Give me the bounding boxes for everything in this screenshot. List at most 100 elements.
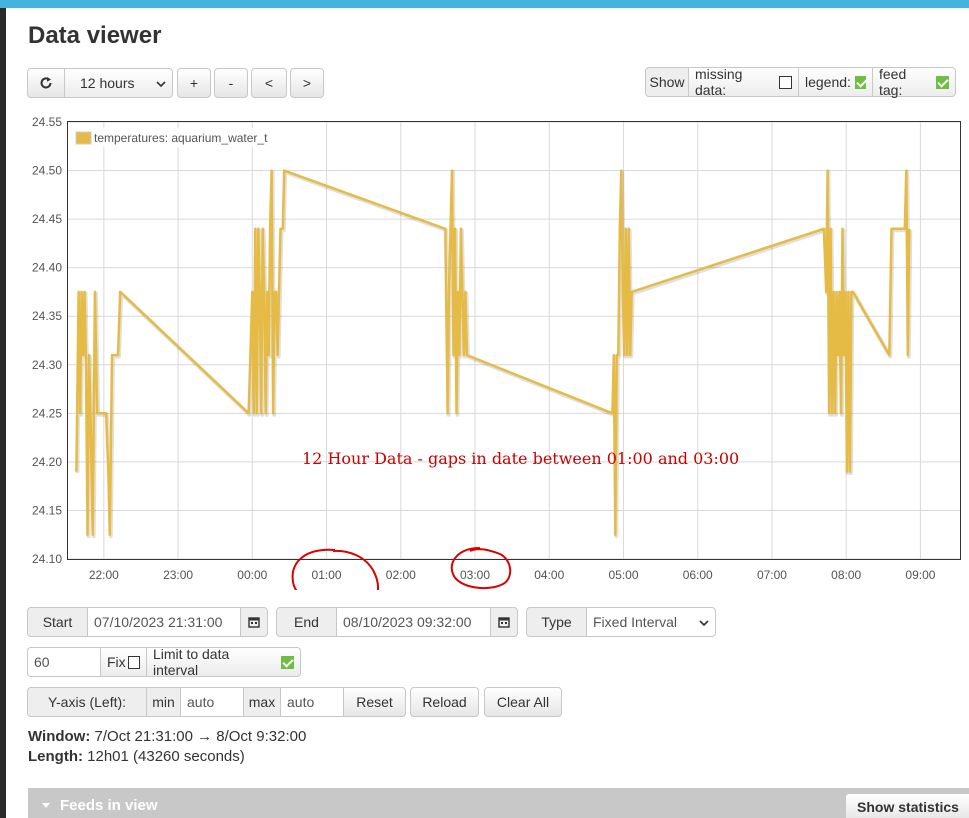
x-tick-label: 08:00 — [831, 568, 861, 582]
length-info: Length: 12h01 (43260 seconds) — [28, 748, 245, 765]
y-min-label-text: min — [152, 694, 175, 710]
x-tick-label: 05:00 — [608, 568, 638, 582]
y-tick-label: 24.55 — [32, 115, 62, 129]
start-input-value: 07/10/2023 21:31:00 — [94, 614, 223, 630]
y-tick-label: 24.20 — [32, 455, 62, 469]
end-label: End — [276, 607, 337, 637]
end-input-value: 08/10/2023 09:32:00 — [343, 614, 472, 630]
y-tick-label: 24.45 — [32, 212, 62, 226]
reload-button[interactable]: Reload — [410, 687, 479, 717]
y-min-label: min — [146, 687, 181, 717]
data-chart[interactable]: 24.55 24.50 24.45 24.40 24.35 24.30 24.25 24.20… — [0, 110, 969, 590]
series-line-aquarium-water-t — [75, 169, 911, 536]
type-label: Type — [526, 607, 587, 637]
y-max-label-text: max — [248, 694, 276, 710]
zoom-out-button[interactable]: - — [214, 68, 248, 98]
pan-right-button[interactable]: > — [290, 68, 324, 98]
x-tick-label: 09:00 — [905, 568, 935, 582]
x-tick-label: 00:00 — [237, 568, 267, 582]
x-tick-label: 06:00 — [683, 568, 713, 582]
page-title: Data viewer — [28, 22, 162, 49]
type-label-text: Type — [541, 614, 572, 630]
interval-select[interactable]: 12 hours — [64, 68, 173, 98]
refresh-icon — [40, 77, 52, 89]
fix-checkbox[interactable] — [127, 655, 140, 669]
y-max-input[interactable]: auto — [280, 687, 344, 717]
missing-data-toggle[interactable]: missing data: — [688, 66, 799, 98]
window-info-value: 7/Oct 21:31:00 → 8/Oct 9:32:00 — [94, 728, 307, 745]
y-tick-label: 24.35 — [32, 309, 62, 323]
interval-input[interactable]: 60 — [27, 647, 101, 677]
chevron-down-icon — [156, 81, 166, 88]
x-tick-label: 01:00 — [312, 568, 342, 582]
x-tick-label: 23:00 — [163, 568, 193, 582]
chart-annotation: 12 Hour Data - gaps in date between 01:0… — [302, 449, 739, 468]
end-input[interactable]: 08/10/2023 09:32:00 — [336, 607, 491, 637]
y-tick-label: 24.15 — [32, 503, 62, 517]
y-tick-label: 24.30 — [32, 358, 62, 372]
start-input[interactable]: 07/10/2023 21:31:00 — [87, 607, 241, 637]
y-axis-label-text: Y-axis (Left): — [47, 694, 127, 710]
start-label-text: Start — [42, 614, 73, 630]
x-axis-ticks: 22:00 23:00 00:00 01:00 02:00 03:00 04:00 05:00… — [89, 568, 936, 582]
missing-data-checkbox[interactable] — [779, 75, 792, 89]
legend-checkbox[interactable] — [854, 75, 866, 89]
series-line-shadow — [75, 170, 913, 539]
y-max-input-value: auto — [287, 694, 315, 710]
window-info-label: Window: — [28, 728, 91, 745]
y-tick-label: 24.25 — [32, 406, 62, 420]
caret-down-icon — [42, 803, 50, 808]
type-select-value: Fixed Interval — [593, 614, 678, 630]
calendar-icon — [498, 617, 510, 628]
calendar-icon — [248, 617, 260, 628]
limit-interval-checkbox[interactable] — [281, 655, 294, 669]
end-calendar-button[interactable] — [490, 607, 518, 637]
type-select[interactable]: Fixed Interval — [586, 607, 716, 637]
pan-left-button[interactable]: < — [251, 68, 287, 98]
fix-label: Fix — [107, 654, 126, 670]
clear-all-button[interactable]: Clear All — [484, 687, 562, 717]
y-axis-ticks: 24.55 24.50 24.45 24.40 24.35 24.30 24.25 24.20… — [32, 115, 62, 566]
length-info-value: 12h01 (43260 seconds) — [87, 748, 245, 765]
legend-label: legend: — [805, 74, 851, 90]
y-tick-label: 24.40 — [32, 261, 62, 275]
x-tick-label: 04:00 — [534, 568, 564, 582]
x-tick-label: 07:00 — [757, 568, 787, 582]
limit-interval-label: Limit to data interval — [153, 646, 230, 678]
chevron-down-icon — [699, 620, 709, 627]
feed-tag-checkbox[interactable] — [936, 75, 949, 89]
refresh-button[interactable] — [27, 68, 65, 98]
legend-label: temperatures: aquarium_water_t — [94, 131, 268, 145]
missing-data-label: missing data: — [695, 66, 743, 98]
length-info-label: Length: — [28, 748, 83, 765]
chart-legend[interactable]: temperatures: aquarium_water_t — [73, 128, 288, 147]
start-label: Start — [27, 607, 88, 637]
start-calendar-button[interactable] — [240, 607, 268, 637]
y-axis-label: Y-axis (Left): — [27, 687, 147, 717]
top-accent-bar — [0, 0, 969, 8]
x-tick-label: 02:00 — [386, 568, 416, 582]
show-label-text: Show — [649, 74, 685, 90]
legend-toggle[interactable]: legend: — [798, 67, 873, 97]
end-label-text: End — [294, 614, 319, 630]
show-statistics-button[interactable]: Show statistics — [845, 793, 969, 818]
feeds-in-view-bar[interactable] — [28, 788, 969, 818]
y-min-input-value: auto — [187, 694, 215, 710]
y-min-input[interactable]: auto — [180, 687, 244, 717]
feed-tag-label: feed tag: — [879, 66, 907, 98]
x-tick-label: 22:00 — [89, 568, 119, 582]
window-info: Window: 7/Oct 21:31:00 → 8/Oct 9:32:00 — [28, 728, 306, 745]
fix-toggle[interactable]: Fix — [100, 647, 147, 677]
feeds-in-view-label: Feeds in view — [60, 797, 158, 814]
y-tick-label: 24.10 — [32, 552, 62, 566]
limit-interval-toggle[interactable]: Limit to data interval — [146, 646, 301, 678]
y-max-label: max — [243, 687, 281, 717]
x-tick-label: 03:00 — [460, 568, 490, 582]
legend-swatch — [75, 131, 92, 145]
feed-tag-toggle[interactable]: feed tag: — [872, 66, 956, 98]
reset-button[interactable]: Reset — [343, 687, 406, 717]
show-label: Show — [645, 67, 689, 97]
interval-input-value: 60 — [34, 654, 50, 670]
interval-select-value: 12 hours — [80, 75, 135, 91]
zoom-in-button[interactable]: + — [177, 68, 211, 98]
